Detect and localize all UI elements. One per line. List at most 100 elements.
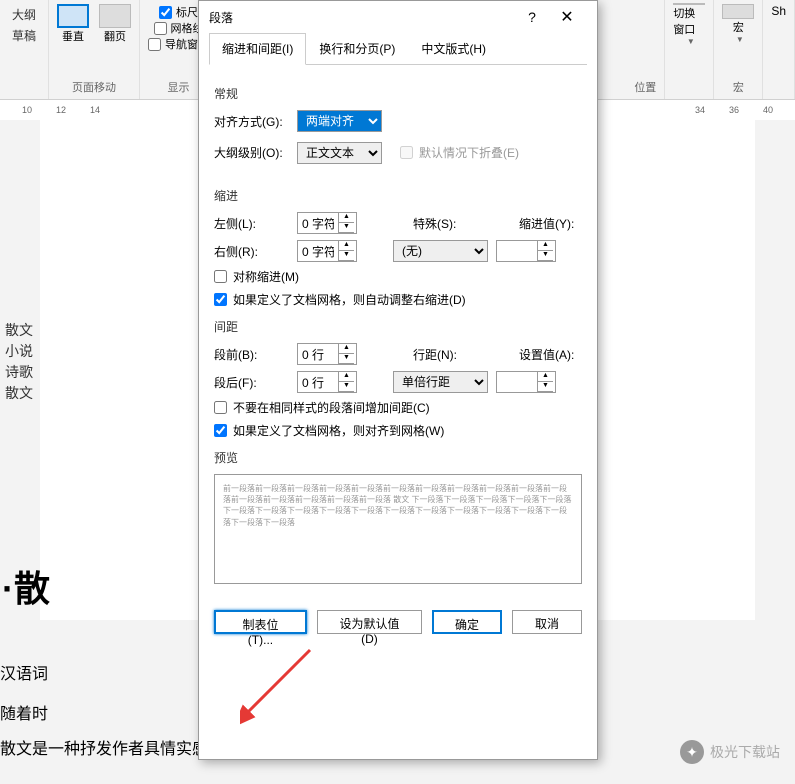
flip-button[interactable]: 翻页 [99,4,131,44]
auto-adjust-checkbox-row[interactable]: 如果定义了文档网格，则自动调整右缩进(D) [214,291,582,308]
mirror-indent-checkbox[interactable] [214,270,227,283]
watermark-text: 极光下载站 [710,742,780,762]
outline-item[interactable]: 小说 [5,341,33,362]
dialog-titlebar[interactable]: 段落 ? ✕ [199,1,597,33]
vertical-button[interactable]: 垂直 [57,4,89,44]
macro-button[interactable]: 宏 ▼ [722,4,754,44]
indent-value-label: 缩进值(Y): [519,215,579,232]
tabs-button[interactable]: 制表位(T)... [214,610,307,634]
set-value-spinner[interactable]: ▲▼ [496,371,556,393]
switch-window-button[interactable]: 切换窗口 ▼ [673,4,705,44]
spinner-down[interactable]: ▼ [538,251,553,261]
spinner-up[interactable]: ▲ [538,372,553,382]
indent-value-spinner[interactable]: ▲▼ [496,240,556,262]
draft-view[interactable]: 草稿 [8,25,40,46]
macro-group-label: 宏 [733,79,744,95]
auto-adjust-checkbox[interactable] [214,293,227,306]
outline-item[interactable]: 诗歌 [5,362,33,383]
vertical-icon [57,4,89,28]
left-indent-spinner[interactable]: ▲▼ [297,212,357,234]
left-indent-label: 左侧(L): [214,215,289,232]
spinner-down[interactable]: ▼ [538,382,553,392]
set-value-input[interactable] [497,372,537,392]
flip-label: 翻页 [104,28,126,44]
special-select[interactable]: (无) [393,240,488,262]
cancel-button[interactable]: 取消 [512,610,582,634]
outline-item[interactable]: 散文 [5,320,33,341]
tab-chinese[interactable]: 中文版式(H) [408,33,499,64]
flip-icon [99,4,131,28]
snap-grid-checkbox[interactable] [214,424,227,437]
dialog-help-button[interactable]: ? [517,9,547,25]
collapse-label: 默认情况下折叠(E) [419,144,519,161]
mirror-indent-label: 对称缩进(M) [233,268,299,285]
line-spacing-label: 行距(N): [413,346,463,363]
dialog-close-button[interactable]: ✕ [547,1,587,33]
spinner-up[interactable]: ▲ [339,372,354,382]
spinner-down[interactable]: ▼ [339,251,354,261]
left-indent-input[interactable] [298,213,338,233]
outline-level-select[interactable]: 正文文本 [297,142,382,164]
mirror-indent-checkbox-row[interactable]: 对称缩进(M) [214,268,582,285]
before-input[interactable] [298,344,338,364]
spinner-up[interactable]: ▲ [339,344,354,354]
ruler-mark: 12 [56,105,66,115]
spinner-down[interactable]: ▼ [339,382,354,392]
set-default-button[interactable]: 设为默认值(D) [317,610,422,634]
spinner-up[interactable]: ▲ [538,241,553,251]
tab-indent-spacing[interactable]: 缩进和间距(I) [209,33,306,65]
ruler-mark: 40 [763,105,773,115]
outline-item[interactable]: 散文 [5,383,33,404]
ruler-mark: 14 [90,105,100,115]
line-spacing-select[interactable]: 单倍行距 [393,371,488,393]
ruler-mark: 10 [22,105,32,115]
spinner-up[interactable]: ▲ [339,213,354,223]
position-label: 位置 [634,79,656,95]
outline-view[interactable]: 大纲 [8,4,40,25]
right-indent-label: 右侧(R): [214,243,289,260]
outline-sidebar: 散文 小说 诗歌 散文 [5,320,33,404]
alignment-select[interactable]: 两端对齐 [297,110,382,132]
macro-icon [722,4,754,19]
before-spinner[interactable]: ▲▼ [297,343,357,365]
indent-value-input[interactable] [497,241,537,261]
alignment-label: 对齐方式(G): [214,113,289,130]
doc-body-1: 汉语词 [0,660,48,684]
spinner-down[interactable]: ▼ [339,354,354,364]
no-same-style-label: 不要在相同样式的段落间增加间距(C) [233,399,430,416]
spinner-down[interactable]: ▼ [339,223,354,233]
section-general: 常规 [214,85,582,102]
set-value-label: 设置值(A): [519,346,579,363]
right-indent-input[interactable] [298,241,338,261]
ribbon-group-pagemove: 垂直 翻页 页面移动 [49,0,140,99]
dialog-title-text: 段落 [209,9,517,26]
gridlines-checkbox[interactable]: 网格线 [154,20,204,36]
sh-label: Sh [771,4,786,18]
doc-body-2: 随着时 [0,700,48,724]
dialog-body: 常规 对齐方式(G): 两端对齐 大纲级别(O): 正文文本 默认情况下折叠(E… [199,65,597,602]
snap-grid-checkbox-row[interactable]: 如果定义了文档网格，则对齐到网格(W) [214,422,582,439]
vertical-label: 垂直 [62,28,84,44]
no-same-style-checkbox-row[interactable]: 不要在相同样式的段落间增加间距(C) [214,399,582,416]
watermark-icon: ✦ [680,740,704,764]
auto-adjust-label: 如果定义了文档网格，则自动调整右缩进(D) [233,291,466,308]
ok-button[interactable]: 确定 [432,610,502,634]
ribbon-group-views: 大纲 草稿 [0,0,49,99]
draft-view-label: 草稿 [12,27,36,44]
display-group-label: 显示 [168,79,190,95]
watermark: ✦ 极光下载站 [680,740,780,764]
paragraph-dialog: 段落 ? ✕ 缩进和间距(I) 换行和分页(P) 中文版式(H) 常规 对齐方式… [198,0,598,760]
chevron-down-icon: ▼ [687,37,695,46]
preview-box: 前一段落前一段落前一段落前一段落前一段落前一段落前一段落前一段落前一段落前一段落… [214,474,582,584]
after-input[interactable] [298,372,338,392]
ribbon-group-macro: 宏 ▼ 宏 [714,0,763,99]
ruler-mark: 36 [729,105,739,115]
spinner-up[interactable]: ▲ [339,241,354,251]
no-same-style-checkbox[interactable] [214,401,227,414]
section-indent: 缩进 [214,187,582,204]
chevron-down-icon: ▼ [736,35,744,44]
right-indent-spinner[interactable]: ▲▼ [297,240,357,262]
after-spinner[interactable]: ▲▼ [297,371,357,393]
ruler-checkbox[interactable]: 标尺 [159,4,198,20]
tab-line-page[interactable]: 换行和分页(P) [306,33,408,64]
